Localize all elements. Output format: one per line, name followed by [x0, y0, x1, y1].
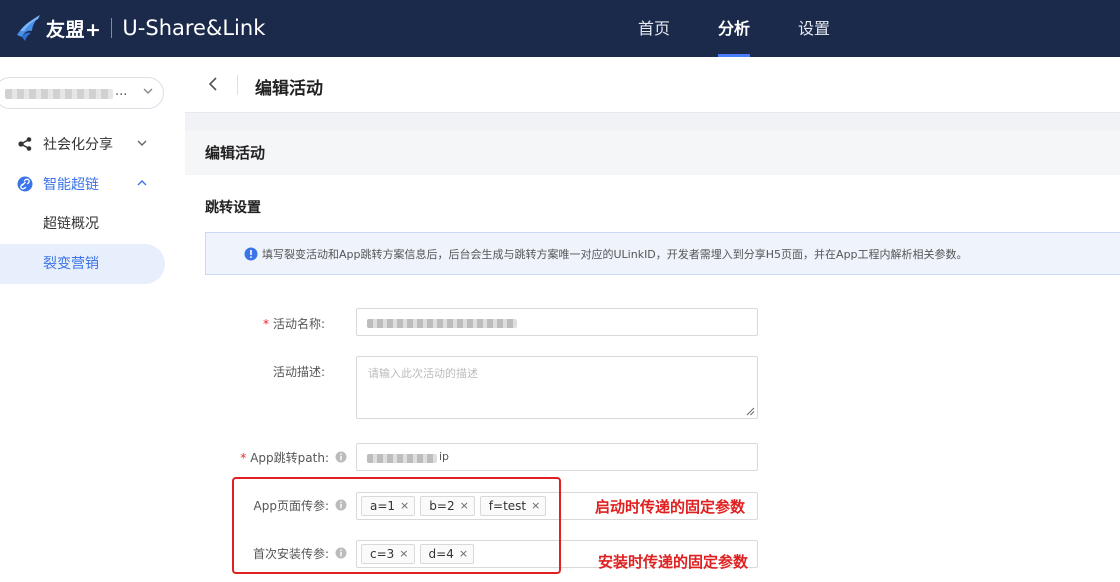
- notice-text: 填写裂变活动和App跳转方案信息后，后台会生成与跳转方案唯一对应的ULinkID…: [262, 247, 968, 261]
- required-mark: *: [262, 317, 269, 331]
- page-title: 编辑活动: [255, 79, 323, 99]
- info-circle-icon[interactable]: [335, 451, 347, 463]
- brand-divider: [111, 18, 113, 38]
- chevron-down-icon: [143, 88, 153, 94]
- app-path-suffix: ip: [439, 450, 450, 463]
- sidebar-menu: 社会化分享 智能超链 超链概况 裂变营销: [0, 124, 185, 284]
- nav-home[interactable]: 首页: [614, 0, 694, 57]
- activity-desc-textarea[interactable]: 请输入此次活动的描述: [356, 356, 758, 419]
- sidebar-item-link-overview[interactable]: 超链概况: [0, 204, 165, 244]
- sidebar-item-label: 社会化分享: [43, 137, 113, 153]
- activity-desc-placeholder: 请输入此次活动的描述: [368, 367, 478, 380]
- info-icon: [244, 247, 258, 261]
- umeng-logo-icon: [17, 15, 40, 41]
- label-text: 活动名称:: [272, 317, 325, 331]
- app-name-redacted: [5, 89, 113, 99]
- sidebar-item-label: 智能超链: [43, 177, 99, 193]
- required-mark: *: [240, 451, 247, 465]
- app-path-label: * App跳转path:: [192, 449, 347, 466]
- nav-analysis[interactable]: 分析: [694, 0, 774, 57]
- activity-name-redacted: [367, 319, 517, 328]
- nav-settings[interactable]: 设置: [774, 0, 854, 57]
- sidebar-item-smart-link[interactable]: 智能超链: [0, 164, 185, 204]
- activity-name-label: * 活动名称:: [185, 315, 325, 332]
- info-notice: 填写裂变活动和App跳转方案信息后，后台会生成与跳转方案唯一对应的ULinkID…: [205, 232, 1120, 275]
- resize-handle-icon[interactable]: [746, 407, 755, 416]
- app-selector[interactable]: ...: [0, 77, 164, 109]
- chevron-down-icon: [137, 140, 147, 146]
- back-arrow-icon[interactable]: [205, 75, 223, 93]
- sidebar: ... 社会化分享 智能超链 超链概况 裂变营销: [0, 57, 185, 582]
- brand-name: 友盟+: [46, 18, 102, 41]
- app-name-ellipsis: ...: [115, 84, 128, 99]
- activity-name-input[interactable]: [356, 308, 758, 336]
- brand-product: U-Share&Link: [122, 16, 266, 40]
- section-title: 跳转设置: [205, 200, 261, 216]
- page-header: 编辑活动: [185, 57, 1120, 113]
- chevron-up-icon: [137, 180, 147, 186]
- app-path-redacted: [367, 454, 437, 463]
- label-text: App跳转path:: [250, 451, 329, 465]
- annotation-launch-params: 启动时传递的固定参数: [595, 498, 746, 516]
- activity-desc-label: 活动描述:: [272, 365, 325, 379]
- link-icon: [17, 176, 33, 192]
- card-title: 编辑活动: [185, 131, 1120, 175]
- share-icon: [18, 137, 32, 151]
- brand[interactable]: 友盟+ U-Share&Link: [14, 12, 265, 44]
- annotation-install-params: 安装时传递的固定参数: [598, 553, 749, 571]
- sidebar-item-viral-marketing[interactable]: 裂变营销: [0, 244, 165, 284]
- main-nav: 首页 分析 设置: [614, 0, 854, 57]
- top-navbar: 友盟+ U-Share&Link 首页 分析 设置: [0, 0, 1120, 57]
- annotation-highlight-box: [232, 477, 561, 574]
- app-path-input[interactable]: ip: [356, 443, 758, 471]
- sidebar-item-social-share[interactable]: 社会化分享: [0, 124, 185, 164]
- header-divider: [237, 75, 238, 95]
